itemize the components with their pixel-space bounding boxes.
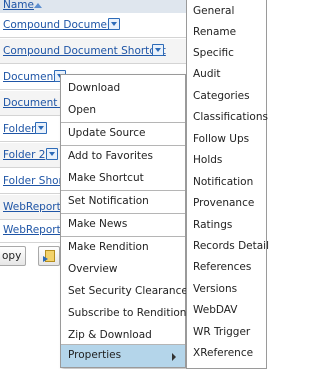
submenu-item-label: Holds (193, 154, 223, 166)
submenu-item-label: Provenance (193, 197, 255, 209)
menu-item-open[interactable]: Open (61, 100, 185, 122)
submenu-item-label: Versions (193, 283, 238, 295)
dropdown-arrow-icon[interactable] (152, 44, 164, 56)
submenu-item-label: Follow Ups (193, 133, 250, 145)
menu-item-label: Set Security Clearance (68, 285, 188, 297)
submenu-item-references[interactable]: References (187, 257, 267, 278)
menu-item-label: Open (68, 104, 97, 116)
submenu-item-label: WebDAV (193, 304, 238, 316)
menu-item-update-source[interactable]: Update Source (61, 123, 185, 145)
submenu-item-webdav[interactable]: WebDAV (187, 300, 267, 321)
menu-item-overview[interactable]: Overview (61, 259, 185, 281)
menu-item-download[interactable]: Download (61, 78, 185, 100)
column-header: Name (0, 0, 190, 13)
submenu-item-specific[interactable]: Specific (187, 43, 267, 64)
submenu-item-follow-ups[interactable]: Follow Ups (187, 129, 267, 150)
submenu-item-categories[interactable]: Categories (187, 86, 267, 107)
submenu-item-ratings[interactable]: Ratings (187, 215, 267, 236)
submenu-item-label: WR Trigger (193, 326, 251, 338)
submenu-item-label: General (193, 5, 235, 17)
item-link[interactable]: Document (3, 71, 57, 83)
arrow-icon (43, 256, 48, 262)
menu-item-label: Zip & Download (68, 329, 152, 341)
menu-item-label: Update Source (68, 127, 146, 139)
submenu-item-label: Specific (193, 47, 234, 59)
menu-item-label: Download (68, 82, 121, 94)
menu-item-label: Make Shortcut (68, 172, 144, 184)
properties-submenu: General Rename Specific Audit Categories… (186, 0, 270, 369)
submenu-item-label: Records Detail (193, 240, 270, 252)
submenu-item-label: Notification (193, 176, 254, 188)
submenu-item-label: Classifications (193, 111, 268, 123)
submenu-item-provenance[interactable]: Provenance (187, 193, 267, 214)
item-link[interactable]: Compound Document Shortcut (3, 45, 166, 57)
menu-item-label: Add to Favorites (68, 150, 153, 162)
list-item: Compound Document (0, 13, 190, 38)
menu-item-label: Overview (68, 263, 118, 275)
submenu-item-label: Audit (193, 68, 221, 80)
copy-button-label: opy (2, 250, 22, 262)
item-link[interactable]: Folder Short (3, 175, 67, 187)
submenu-item-notification[interactable]: Notification (187, 172, 267, 193)
dropdown-arrow-icon[interactable] (108, 18, 120, 30)
item-link[interactable]: Document S (3, 97, 67, 109)
submenu-item-label: References (193, 261, 252, 273)
dropdown-arrow-icon[interactable] (46, 148, 58, 160)
submenu-item-label: Ratings (193, 219, 233, 231)
sort-ascending-icon[interactable] (34, 3, 42, 8)
submenu-item-label: XReference (193, 347, 254, 359)
chevron-right-icon (172, 353, 176, 361)
menu-item-label: Subscribe to Rendition (68, 307, 187, 319)
context-menu: Download Open Update Source Add to Favor… (60, 74, 188, 368)
menu-item-label: Properties (68, 349, 122, 361)
menu-item-properties[interactable]: Properties (61, 345, 185, 367)
menu-item-add-to-favorites[interactable]: Add to Favorites (61, 146, 185, 168)
item-link[interactable]: Folder 2 (3, 149, 45, 161)
list-item: Compound Document Shortcut (0, 39, 190, 64)
name-column-header[interactable]: Name (3, 0, 34, 11)
submenu-item-xreference[interactable]: XReference (187, 343, 267, 364)
action-bar: opy (0, 242, 64, 272)
submenu-item-label: Rename (193, 26, 237, 38)
item-link[interactable]: WebReport (3, 224, 61, 236)
move-button[interactable] (38, 246, 60, 266)
menu-item-label: Set Notification (68, 195, 149, 207)
menu-item-subscribe-to-rendition[interactable]: Subscribe to Rendition (61, 303, 187, 325)
copy-button[interactable]: opy (0, 246, 26, 266)
submenu-item-classifications[interactable]: Classifications (187, 107, 268, 128)
submenu-item-records-detail[interactable]: Records Detail (187, 236, 270, 257)
menu-item-make-rendition[interactable]: Make Rendition (61, 237, 185, 259)
menu-item-label: Make News (68, 218, 128, 230)
item-link[interactable]: WebReport (3, 201, 61, 213)
submenu-item-versions[interactable]: Versions (187, 279, 267, 300)
menu-item-label: Make Rendition (68, 241, 149, 253)
dropdown-arrow-icon[interactable] (35, 122, 47, 134)
menu-item-set-notification[interactable]: Set Notification (61, 191, 185, 213)
submenu-item-label: Categories (193, 90, 250, 102)
submenu-item-rename[interactable]: Rename (187, 22, 267, 43)
item-link[interactable]: Folder (3, 123, 35, 135)
menu-item-set-security-clearance[interactable]: Set Security Clearance (61, 281, 188, 303)
menu-item-make-news[interactable]: Make News (61, 214, 185, 236)
submenu-item-holds[interactable]: Holds (187, 150, 267, 171)
menu-item-make-shortcut[interactable]: Make Shortcut (61, 168, 185, 190)
item-link[interactable]: Compound Document (3, 19, 118, 31)
submenu-item-audit[interactable]: Audit (187, 64, 267, 85)
submenu-item-general[interactable]: General (187, 1, 267, 22)
submenu-item-wr-trigger[interactable]: WR Trigger (187, 322, 267, 343)
